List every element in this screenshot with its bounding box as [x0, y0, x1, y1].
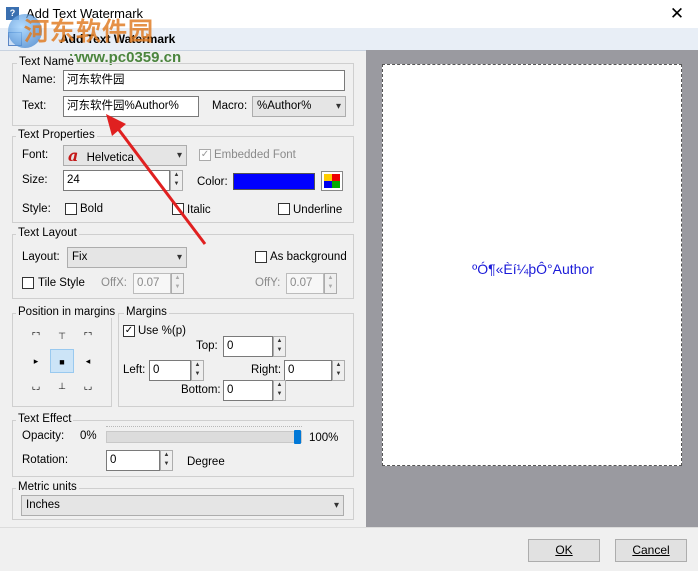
preview-page: ºÓ¶«Èí¼þÔ°Author	[382, 64, 682, 466]
site-watermark-name: 河东软件园	[24, 17, 155, 46]
spin-down-icon: ▼	[174, 284, 181, 290]
position-top-right-button[interactable]: ⌜⌝	[78, 326, 98, 346]
position-group-label: Position in margins	[16, 306, 118, 318]
left-margin-label: Left:	[123, 364, 146, 376]
annotation-arrow-icon	[106, 114, 207, 245]
offy-spinner[interactable]: ▲ ▼	[324, 273, 337, 294]
opacity-min-label: 0%	[80, 430, 97, 442]
spin-up-icon: ▲	[194, 362, 201, 368]
metric-units-dropdown[interactable]: Inches ▾	[21, 495, 344, 516]
as-background-checkbox[interactable]	[255, 251, 267, 263]
metric-units-value: Inches	[26, 499, 60, 511]
color-palette-button[interactable]	[321, 171, 343, 191]
spin-up-icon: ▲	[276, 338, 283, 344]
text-label: Text:	[22, 100, 47, 112]
spin-up-icon: ▲	[327, 275, 334, 281]
spin-up-icon: ▲	[174, 275, 181, 281]
spin-down-icon: ▼	[276, 391, 283, 397]
rotation-label: Rotation:	[22, 454, 69, 466]
ok-button-label: OK	[555, 543, 573, 557]
bottom-margin-spinner[interactable]: ▲ ▼	[273, 380, 286, 401]
layout-label: Layout:	[22, 251, 60, 263]
preview-watermark-text: ºÓ¶«Èí¼þÔ°Author	[472, 261, 594, 277]
text-effect-group-label: Text Effect	[16, 413, 74, 425]
bottom-margin-label: Bottom:	[181, 384, 221, 396]
position-middle-left-button[interactable]: ▸	[26, 351, 46, 371]
top-margin-spinner[interactable]: ▲ ▼	[273, 336, 286, 357]
right-margin-input[interactable]: 0	[284, 360, 332, 381]
offy-input[interactable]: 0.07	[286, 273, 324, 294]
underline-label: Underline	[293, 204, 343, 216]
rotation-unit-label: Degree	[187, 456, 225, 468]
macro-dropdown[interactable]: %Author% ▾	[252, 96, 346, 117]
offx-input[interactable]: 0.07	[133, 273, 171, 294]
chevron-down-icon: ▾	[333, 500, 339, 511]
chevron-down-icon: ▾	[335, 101, 341, 112]
as-background-label: As background	[270, 251, 347, 263]
macro-label: Macro:	[212, 100, 248, 112]
spin-up-icon: ▲	[163, 452, 170, 458]
color-swatch[interactable]	[233, 173, 315, 190]
chevron-down-icon: ▾	[176, 252, 182, 263]
macro-value: %Author%	[257, 100, 312, 112]
size-label: Size:	[22, 174, 48, 186]
position-bottom-center-button[interactable]: ⊥	[52, 376, 72, 396]
opacity-slider-thumb[interactable]	[294, 430, 301, 444]
opacity-slider[interactable]	[106, 430, 302, 444]
left-margin-spinner[interactable]: ▲ ▼	[191, 360, 204, 381]
right-margin-spinner[interactable]: ▲ ▼	[332, 360, 345, 381]
name-input[interactable]: 河东软件园	[63, 70, 345, 91]
opacity-max-label: 100%	[309, 432, 339, 444]
text-name-group-label: Text Name	[17, 56, 76, 68]
top-margin-label: Top:	[196, 340, 218, 352]
position-middle-right-button[interactable]: ◂	[78, 351, 98, 371]
tile-style-checkbox[interactable]	[22, 277, 34, 289]
top-margin-input[interactable]: 0	[223, 336, 273, 357]
spin-down-icon: ▼	[276, 347, 283, 353]
cancel-button[interactable]: Cancel	[615, 539, 687, 562]
spin-up-icon: ▲	[276, 382, 283, 388]
style-label: Style:	[22, 203, 51, 215]
text-properties-group-label: Text Properties	[16, 129, 97, 141]
dialog-button-bar: OK Cancel	[0, 527, 698, 571]
offy-label: OffY:	[255, 277, 281, 289]
position-center-button[interactable]: ■	[50, 349, 74, 373]
close-window-button[interactable]: ✕	[662, 3, 692, 25]
ok-button[interactable]: OK	[528, 539, 600, 562]
opacity-slider-ticks	[106, 426, 302, 430]
spin-down-icon: ▼	[335, 371, 342, 377]
layout-dropdown[interactable]: Fix ▾	[67, 247, 187, 268]
embedded-font-label: Embedded Font	[214, 149, 296, 161]
layout-value: Fix	[72, 251, 88, 263]
palette-icon	[324, 174, 340, 188]
opacity-label: Opacity:	[22, 430, 65, 442]
use-percent-label: Use %(p)	[138, 325, 186, 337]
right-margin-label: Right:	[251, 364, 282, 376]
font-type-icon: a	[68, 146, 79, 165]
underline-checkbox[interactable]	[278, 203, 290, 215]
bold-checkbox[interactable]	[65, 203, 77, 215]
bottom-margin-input[interactable]: 0	[223, 380, 273, 401]
metric-units-group-label: Metric units	[16, 481, 79, 493]
spin-down-icon: ▼	[194, 371, 201, 377]
position-bottom-left-button[interactable]: ⌞⌟	[26, 376, 46, 396]
font-label: Font:	[22, 149, 49, 161]
spin-down-icon: ▼	[327, 284, 334, 290]
rotation-spinner[interactable]: ▲ ▼	[160, 450, 173, 471]
offx-spinner[interactable]: ▲ ▼	[171, 273, 184, 294]
spin-down-icon: ▼	[163, 461, 170, 467]
left-margin-input[interactable]: 0	[149, 360, 191, 381]
spin-up-icon: ▲	[335, 362, 342, 368]
position-top-center-button[interactable]: ⊤	[52, 326, 72, 346]
rotation-input[interactable]: 0	[106, 450, 160, 471]
use-percent-checkbox[interactable]: ✓	[123, 325, 135, 337]
margins-group-label: Margins	[124, 306, 169, 318]
cancel-button-label: Cancel	[632, 543, 670, 557]
name-label: Name:	[22, 74, 56, 86]
offx-label: OffX:	[101, 277, 127, 289]
tile-style-label: Tile Style	[38, 277, 85, 289]
position-bottom-right-button[interactable]: ⌞⌟	[78, 376, 98, 396]
text-layout-group-label: Text Layout	[16, 227, 79, 239]
position-top-left-button[interactable]: ⌜⌝	[26, 326, 46, 346]
